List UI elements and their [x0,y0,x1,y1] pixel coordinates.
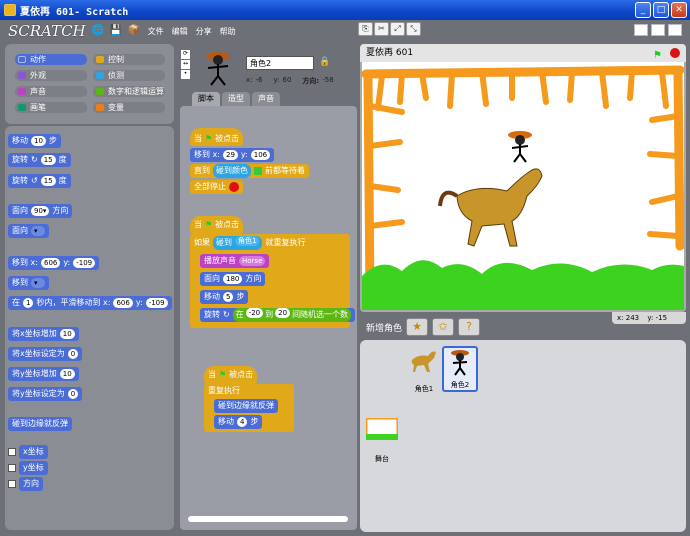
sprite-item-2[interactable]: 角色2 [442,346,478,392]
small-stage-button[interactable] [634,24,648,36]
checkbox-x[interactable] [8,448,16,456]
reporter-x[interactable]: x坐标 [19,445,48,459]
save-icon[interactable]: 💾 [110,25,122,37]
forever-header[interactable]: 重复执行 [204,384,244,398]
menu-file[interactable]: 文件 [148,26,164,37]
script2-point[interactable]: 面向 180 方向 [200,272,266,286]
block-point-towards[interactable]: 面向 ▾ [8,224,49,238]
category-variables[interactable]: 变量 [93,102,165,113]
scratch-logo: SCRATCH [8,22,86,40]
block-move[interactable]: 移动 10 步 [8,134,61,148]
globe-icon[interactable]: 🌐 [92,25,104,37]
block-point-direction[interactable]: 面向 90▾ 方向 [8,204,73,218]
block-glide[interactable]: 在 1 秒内，平滑移动到 x: 606 y: -109 [8,296,172,310]
stage-thumbnail [364,416,400,442]
tab-scripts[interactable]: 脚本 [192,92,220,106]
sprite-list: 角色1 角色2 舞台 [360,340,686,532]
block-turn-left[interactable]: 旋转 ↺ 15 度 [8,174,71,188]
script1-stop-all[interactable]: 全部停止 [190,180,243,194]
menu-help[interactable]: 帮助 [220,26,236,37]
close-button[interactable]: ✕ [671,2,687,18]
sprite-thumbnail [206,52,230,86]
script3-move[interactable]: 移动 4 步 [214,415,263,429]
checkbox-direction[interactable] [8,480,16,488]
stop-icon[interactable] [670,48,680,58]
checkbox-y[interactable] [8,464,16,472]
script2-play-sound[interactable]: 播放声音 Horse [200,254,270,268]
category-looks[interactable]: 外观 [15,70,87,81]
category-sensing[interactable]: 侦测 [93,70,165,81]
horse-thumbnail [411,351,436,372]
scripts-horizontal-scrollbar[interactable] [188,516,348,522]
menu-share[interactable]: 分享 [196,26,212,37]
shrink-tool-icon[interactable]: ⤡ [406,22,421,36]
menu-edit[interactable]: 编辑 [172,26,188,37]
choose-sprite-button[interactable]: ✩ [432,318,455,336]
category-sound[interactable]: 声音 [15,86,87,97]
stage-title: 夏依再 601 ⚑ [360,44,686,62]
reporter-direction[interactable]: 方向 [19,477,43,491]
block-set-x[interactable]: 将x坐标设定为 0 [8,347,83,361]
random-sprite-button[interactable]: ? [458,318,481,336]
block-bounce[interactable]: 碰到边缘就反弹 [8,417,72,431]
block-goto[interactable]: 移到 ▾ [8,276,49,290]
block-set-y[interactable]: 将y坐标设定为 0 [8,387,83,401]
block-change-x[interactable]: 将x坐标增加 10 [8,327,79,341]
rotation-style-buttons[interactable]: ⟳ ↔ • [181,50,190,80]
when-flag-hat-1[interactable]: 当 ⚑ 被点击 [190,128,244,146]
sprite-coordinates: x: -6 y: 60 方向: -58 [246,76,334,85]
script1-goto[interactable]: 移到 x: 29 y: 106 [190,148,275,162]
scripts-area[interactable]: 当 ⚑ 被点击 移到 x: 29 y: 106 直到 碰到颜色 前都等待着 全部停止 当 ⚑ 被点… [180,106,357,530]
new-sprite-row: 新增角色 ★ ✩ ? [360,316,610,338]
grow-tool-icon[interactable]: ⤢ [390,22,405,36]
menu-bar: SCRATCH 🌐 💾 📦 文件 编辑 分享 帮助 [0,20,690,42]
minimize-button[interactable]: _ [635,2,651,18]
share-icon[interactable]: 📦 [128,25,140,37]
stage-item[interactable]: 舞台 [364,416,400,464]
sprite-item-1[interactable]: 角色1 [406,348,442,394]
tab-sounds[interactable]: 声音 [252,92,280,106]
category-pen[interactable]: 画笔 [15,102,87,113]
cowboy-thumbnail [451,350,469,376]
green-flag-icon[interactable]: ⚑ [653,47,662,65]
category-motion[interactable]: 动作 [15,54,87,65]
block-goto-xy[interactable]: 移到 x: 606 y: -109 [8,256,100,270]
reporter-y[interactable]: y坐标 [19,461,48,475]
when-flag-hat-3[interactable]: 当 ⚑ 被点击 [204,366,258,384]
script1-wait-until[interactable]: 直到 碰到颜色 前都等待着 [190,164,309,178]
when-flag-hat-2[interactable]: 当 ⚑ 被点击 [190,216,244,234]
new-sprite-label: 新增角色 [366,323,403,334]
category-operators[interactable]: 数字和逻辑运算 [93,86,165,97]
scratch-app-icon [4,4,16,16]
script2-move[interactable]: 移动 5 步 [200,290,249,304]
mouse-coordinates: x: 243 y: -15 [612,312,686,324]
cut-tool-icon[interactable]: ✂ [374,22,389,36]
script2-turn[interactable]: 旋转 ↻ 在 -20 到 20 间随机选一个数 [200,308,356,322]
paint-sprite-button[interactable]: ★ [406,318,429,336]
block-change-y[interactable]: 将y坐标增加 10 [8,367,79,381]
normal-stage-button[interactable] [651,24,665,36]
tab-costumes[interactable]: 造型 [222,92,250,106]
maximize-button[interactable]: □ [653,2,669,18]
stage[interactable] [360,44,686,312]
stage-backdrop [362,46,684,310]
presentation-button[interactable] [668,24,682,36]
title-bar: 夏依再 601- Scratch _ □ ✕ [0,0,690,20]
forever-if-header[interactable]: 如果 碰到 角色1 就重复执行 [190,236,310,250]
sprite-name-field[interactable]: 角色2 [246,56,314,70]
window-title: 夏依再 601- Scratch [20,6,129,18]
duplicate-tool-icon[interactable]: ⎘ [358,22,373,36]
category-control[interactable]: 控制 [93,54,165,65]
block-palette: 移动 10 步 旋转 ↻ 15 度 旋转 ↺ 15 度 面向 90▾ 方向 面向 ▾ 移到 x: 606… [5,126,174,530]
lock-icon[interactable]: 🔒 [319,57,330,67]
category-panel: 动作 控制 外观 侦测 声音 数字和逻辑运算 画笔 变量 [5,44,174,124]
block-turn-right[interactable]: 旋转 ↻ 15 度 [8,153,71,167]
script3-bounce[interactable]: 碰到边缘就反弹 [214,399,278,413]
